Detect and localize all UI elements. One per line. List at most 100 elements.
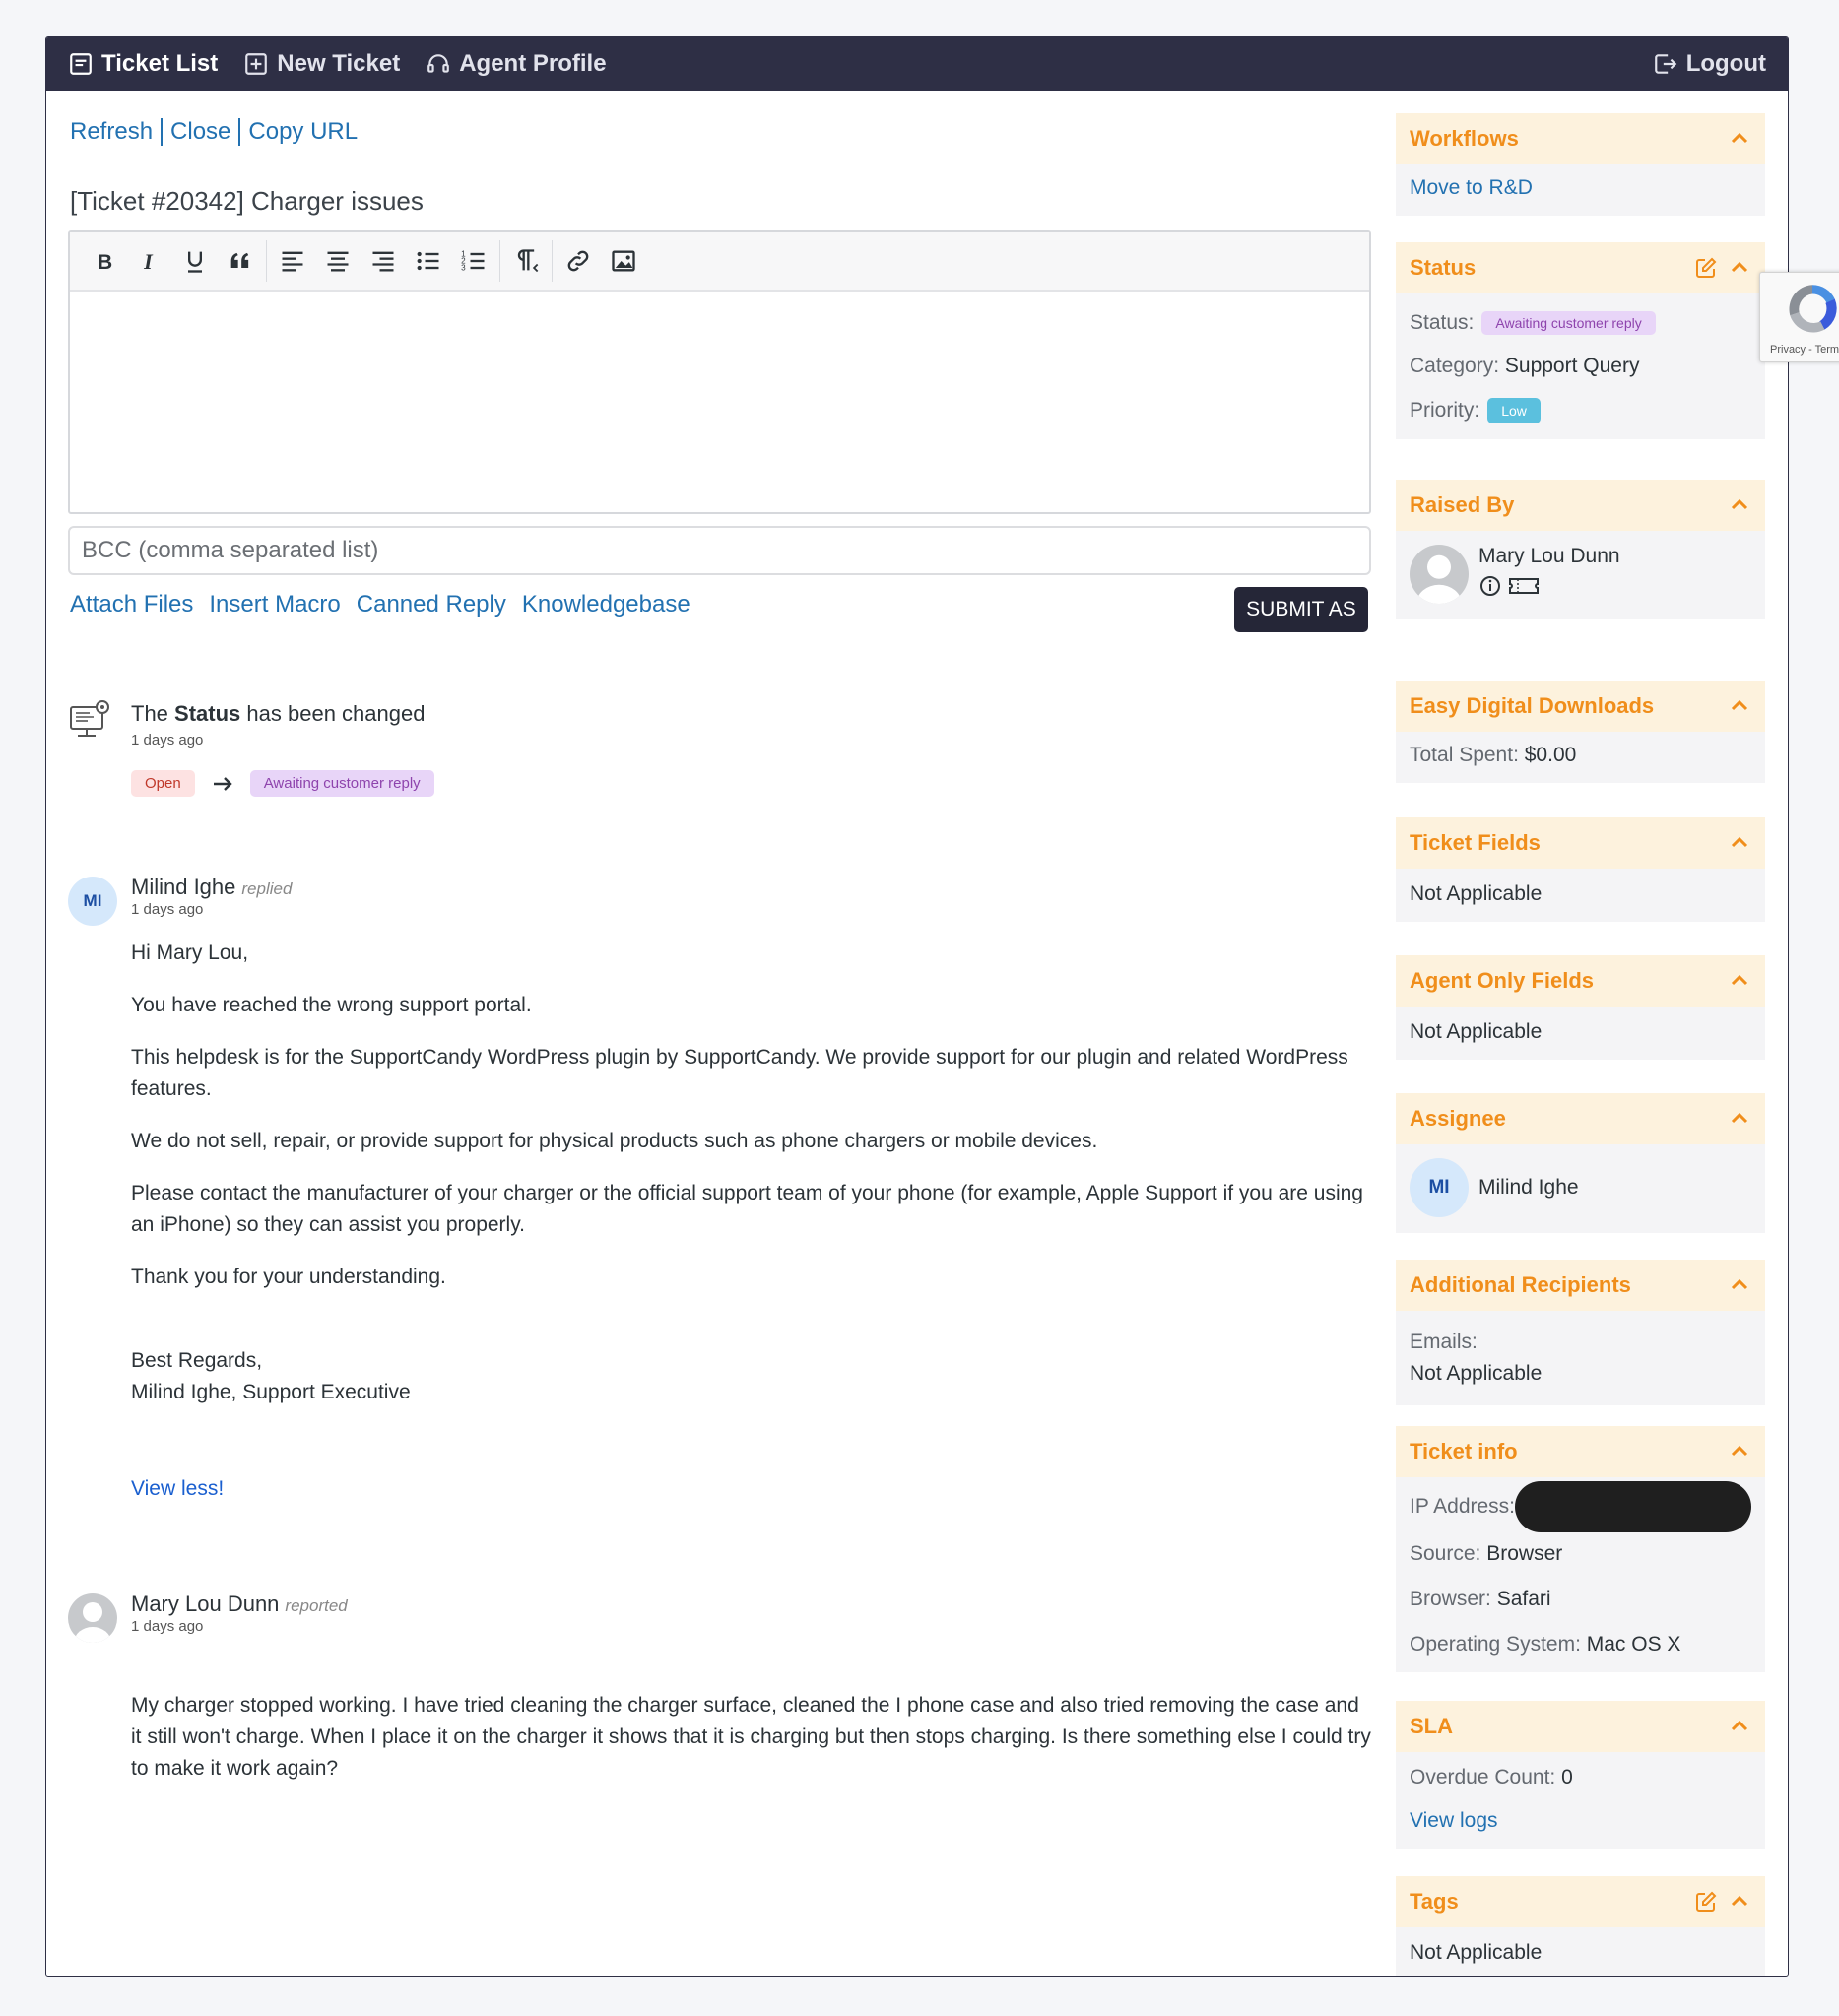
insert-macro-link[interactable]: Insert Macro <box>209 591 340 618</box>
attach-files-link[interactable]: Attach Files <box>70 591 193 618</box>
chevron-up-icon[interactable] <box>1728 256 1751 280</box>
widget-header[interactable]: Easy Digital Downloads <box>1396 681 1765 732</box>
align-center-icon[interactable] <box>315 238 361 284</box>
svg-text:3: 3 <box>461 263 466 272</box>
recaptcha-badge[interactable]: Privacy - Terms <box>1759 272 1839 362</box>
close-link[interactable]: Close <box>170 118 230 146</box>
nav-logout[interactable]: Logout <box>1653 50 1766 78</box>
reply-paragraph: We do not sell, repair, or provide suppo… <box>131 1130 1098 1152</box>
tags-value: Not Applicable <box>1410 1941 1543 1964</box>
widget-title: Workflows <box>1410 126 1519 151</box>
widget-raised-by: Raised By Mary Lou Dunn <box>1396 480 1765 619</box>
underline-icon[interactable] <box>172 238 218 284</box>
nav-agent-profile[interactable]: Agent Profile <box>426 50 607 78</box>
status-badge: Awaiting customer reply <box>1481 311 1656 335</box>
bold-icon[interactable]: B <box>82 238 127 284</box>
widget-ticket-fields: Ticket Fields Not Applicable <box>1396 817 1765 922</box>
image-icon[interactable] <box>601 238 646 284</box>
nav-agent-profile-label: Agent Profile <box>459 50 607 77</box>
nav-ticket-list-label: Ticket List <box>101 50 219 77</box>
ticket-actions: Refresh Close Copy URL <box>70 118 358 146</box>
ticket-panel: Ticket List New Ticket Agent Profile Log… <box>45 36 1789 1977</box>
chevron-up-icon[interactable] <box>1728 831 1751 855</box>
report-author[interactable]: Mary Lou Dunn <box>131 1592 279 1616</box>
ticket-subject: [Ticket #20342] Charger issues <box>70 186 424 216</box>
editor-links: Attach Files Insert Macro Canned Reply K… <box>70 591 690 618</box>
widget-header[interactable]: Status <box>1396 242 1765 293</box>
link-icon[interactable] <box>556 238 601 284</box>
italic-icon[interactable]: I <box>127 238 172 284</box>
editor-body[interactable] <box>70 292 1369 512</box>
chevron-up-icon[interactable] <box>1728 1273 1751 1297</box>
headset-icon <box>427 54 450 73</box>
assignee-name: Milind Ighe <box>1478 1176 1579 1199</box>
widget-header[interactable]: Ticket Fields <box>1396 817 1765 869</box>
reply-body: Hi Mary Lou, You have reached the wrong … <box>131 938 1374 1505</box>
toolbar-separator <box>499 240 500 282</box>
avatar: MI <box>68 877 117 926</box>
top-nav: Ticket List New Ticket Agent Profile Log… <box>46 37 1788 91</box>
widget-header[interactable]: Ticket info <box>1396 1426 1765 1477</box>
widget-title: Assignee <box>1410 1106 1506 1131</box>
copy-url-link[interactable]: Copy URL <box>248 118 358 146</box>
chevron-up-icon[interactable] <box>1728 1890 1751 1914</box>
reply-header: Milind Ighe replied <box>131 875 292 900</box>
align-left-icon[interactable] <box>270 238 315 284</box>
view-less-link[interactable]: View less! <box>131 1477 224 1500</box>
move-to-rd-link[interactable]: Move to R&D <box>1410 176 1533 199</box>
widget-header[interactable]: SLA <box>1396 1701 1765 1752</box>
ip-address-label: IP Address: <box>1410 1495 1516 1518</box>
widget-sla: SLA Overdue Count: 0 View logs <box>1396 1701 1765 1849</box>
info-icon[interactable] <box>1478 574 1502 598</box>
status-label: Status: <box>1410 311 1475 334</box>
submit-as-button[interactable]: SUBMIT AS <box>1234 587 1368 632</box>
priority-badge: Low <box>1487 398 1541 423</box>
reply-paragraph: Hi Mary Lou, <box>131 942 249 964</box>
edit-icon[interactable] <box>1694 256 1718 280</box>
report-time: 1 days ago <box>131 1618 204 1635</box>
canned-reply-link[interactable]: Canned Reply <box>357 591 506 618</box>
log-prefix: The <box>131 701 168 726</box>
edit-icon[interactable] <box>1694 1890 1718 1914</box>
status-change-log: The Status has been changed <box>131 701 425 727</box>
chevron-up-icon[interactable] <box>1728 969 1751 993</box>
recaptcha-text[interactable]: Privacy - Terms <box>1770 344 1839 356</box>
action-divider <box>161 118 164 146</box>
recaptcha-icon <box>1789 285 1837 333</box>
category-label: Category: <box>1410 355 1500 377</box>
widget-header[interactable]: Workflows <box>1396 113 1765 164</box>
nav-ticket-list[interactable]: Ticket List <box>68 50 218 78</box>
nav-new-ticket[interactable]: New Ticket <box>243 50 400 78</box>
widget-title: Tags <box>1410 1889 1459 1914</box>
numbered-list-icon[interactable]: 123 <box>451 238 496 284</box>
widget-header[interactable]: Agent Only Fields <box>1396 955 1765 1007</box>
chevron-up-icon[interactable] <box>1728 493 1751 517</box>
widget-assignee: Assignee MI Milind Ighe <box>1396 1093 1765 1233</box>
widget-title: Status <box>1410 255 1477 280</box>
chevron-up-icon[interactable] <box>1728 1715 1751 1738</box>
report-body: My charger stopped working. I have tried… <box>131 1694 1371 1780</box>
reply-author[interactable]: Milind Ighe <box>131 875 235 899</box>
widget-header[interactable]: Additional Recipients <box>1396 1260 1765 1311</box>
chevron-up-icon[interactable] <box>1728 1440 1751 1463</box>
chevron-up-icon[interactable] <box>1728 694 1751 718</box>
bullet-list-icon[interactable] <box>406 238 451 284</box>
chevron-up-icon[interactable] <box>1728 1107 1751 1131</box>
widget-header[interactable]: Assignee <box>1396 1093 1765 1144</box>
align-right-icon[interactable] <box>361 238 406 284</box>
knowledgebase-link[interactable]: Knowledgebase <box>522 591 690 618</box>
rtl-icon[interactable] <box>503 238 549 284</box>
refresh-link[interactable]: Refresh <box>70 118 153 146</box>
log-time: 1 days ago <box>131 732 204 748</box>
widget-header[interactable]: Raised By <box>1396 480 1765 531</box>
widget-header[interactable]: Tags <box>1396 1876 1765 1927</box>
status-transition: Open Awaiting customer reply <box>131 770 434 797</box>
widget-ticket-info: Ticket info IP Address: Source: Browser … <box>1396 1426 1765 1672</box>
bcc-input[interactable] <box>68 526 1371 575</box>
ticket-icon[interactable] <box>1508 574 1540 598</box>
avatar <box>68 1593 117 1643</box>
view-logs-link[interactable]: View logs <box>1410 1809 1498 1832</box>
blockquote-icon[interactable] <box>218 238 263 284</box>
category-value: Support Query <box>1504 355 1640 377</box>
chevron-up-icon[interactable] <box>1728 127 1751 151</box>
